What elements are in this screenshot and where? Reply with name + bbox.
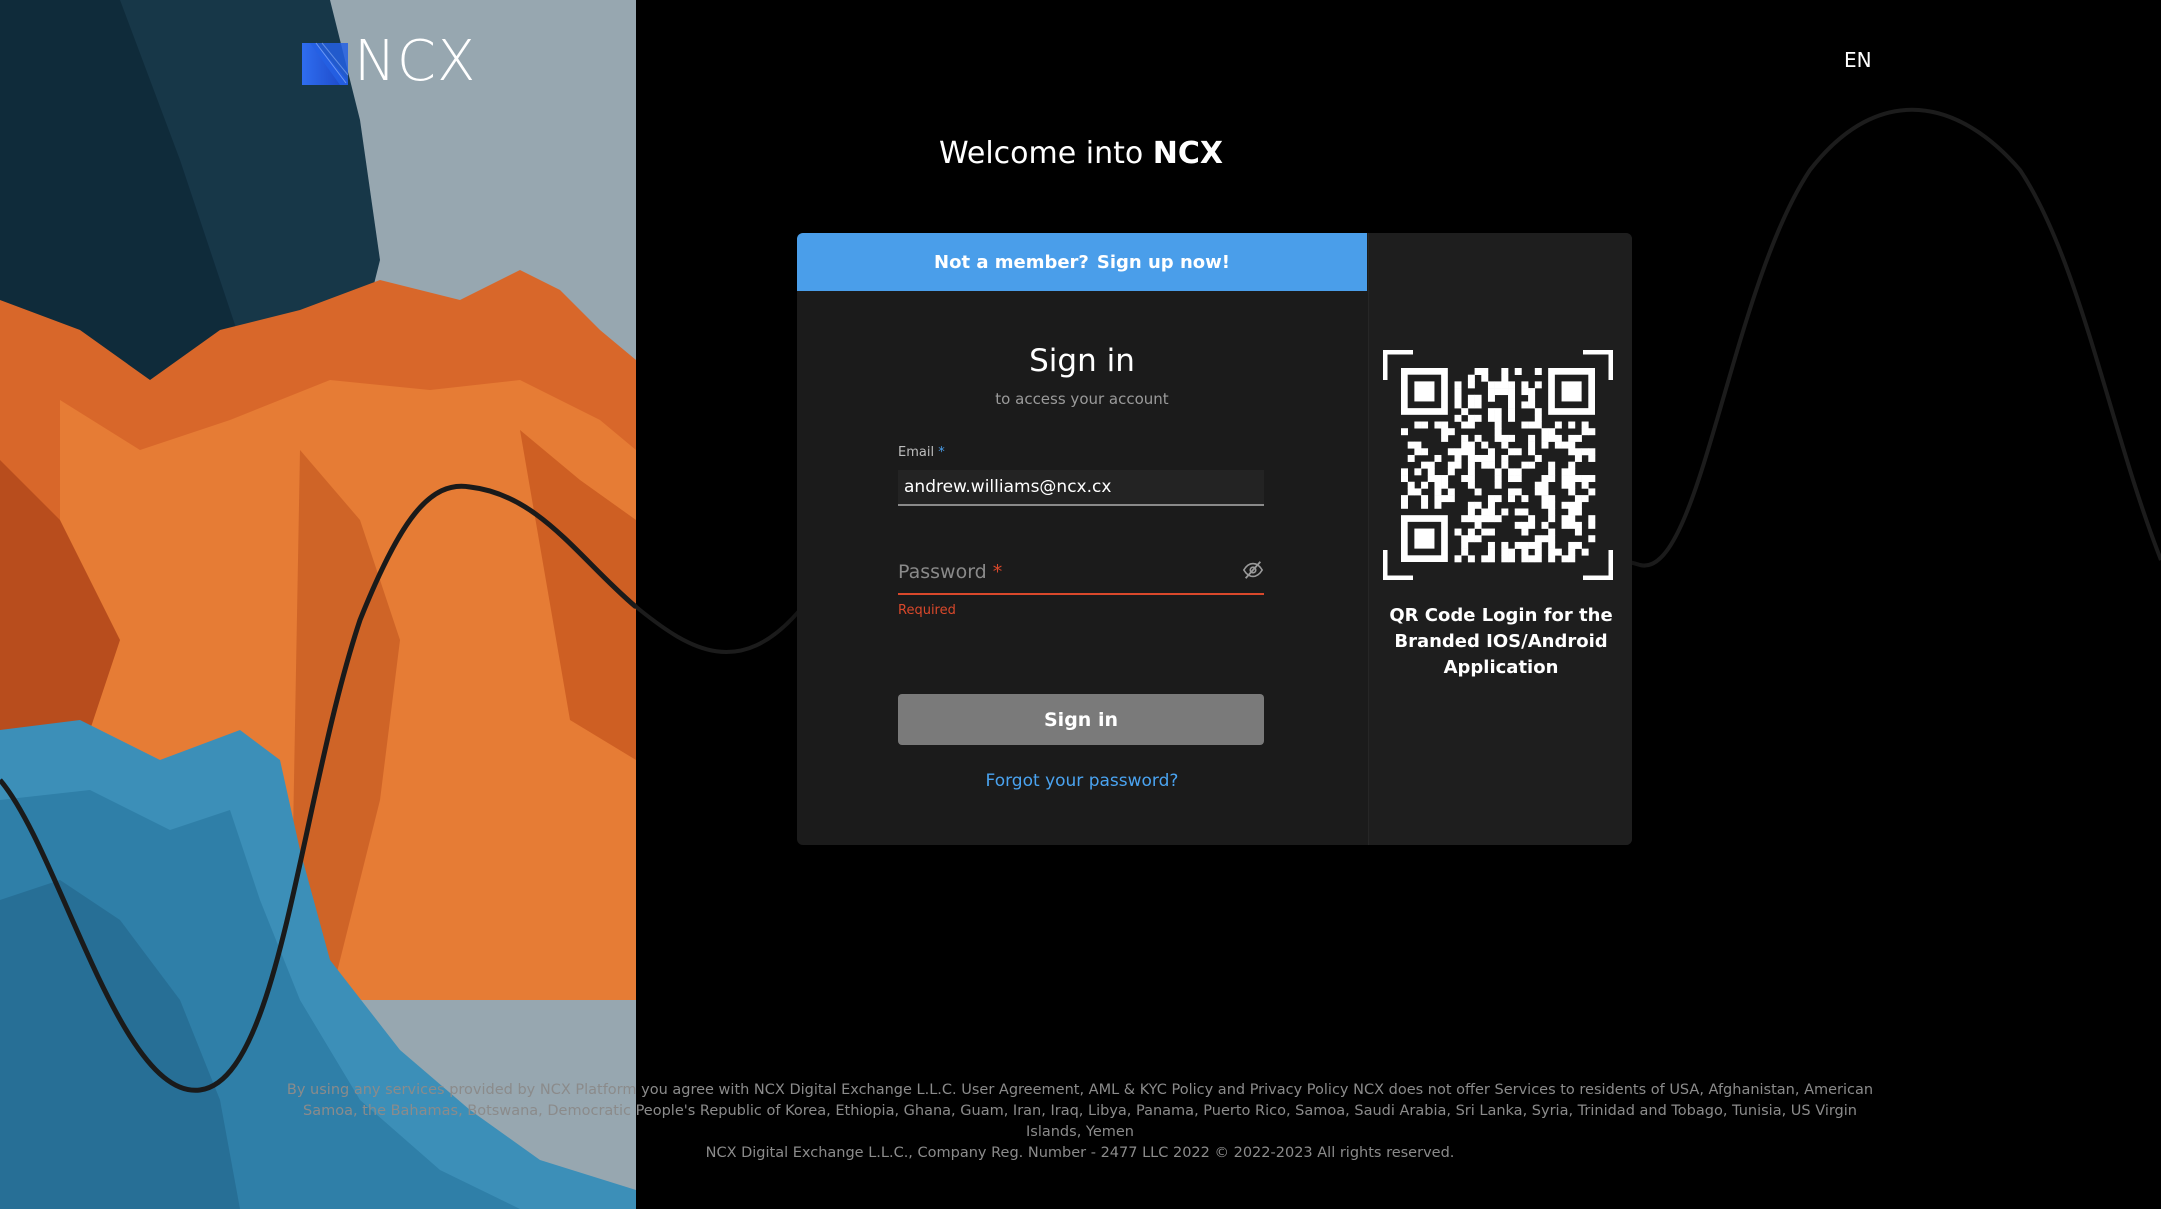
background-artwork	[0, 0, 636, 1209]
email-label: Email *	[898, 445, 945, 460]
password-placeholder-text: Password	[898, 561, 987, 583]
signin-subtitle: to access your account	[995, 390, 1169, 408]
signin-panel: Not a member? Sign up now! Sign in to ac…	[797, 233, 1367, 845]
password-required-marker: *	[992, 561, 1003, 583]
footer-copyright: NCX Digital Exchange L.L.C., Company Reg…	[705, 1145, 1455, 1161]
email-input[interactable]	[898, 470, 1264, 506]
qr-login-panel: QR Code Login for the Branded IOS/Androi…	[1368, 233, 1632, 845]
signin-title: Sign in	[1029, 343, 1135, 379]
eye-slash-icon[interactable]	[1242, 559, 1264, 581]
ncx-logo[interactable]: NCX	[302, 34, 476, 90]
abstract-wave-artwork	[0, 0, 636, 1209]
login-card: Not a member? Sign up now! Sign in to ac…	[797, 233, 1632, 845]
email-required-marker: *	[938, 445, 945, 460]
forgot-password-link[interactable]: Forgot your password?	[797, 771, 1367, 791]
qr-caption: QR Code Login for the Branded IOS/Androi…	[1389, 605, 1613, 678]
email-label-text: Email	[898, 445, 935, 460]
welcome-heading: Welcome into NCX	[797, 136, 1365, 171]
signin-button[interactable]: Sign in	[898, 694, 1264, 745]
password-placeholder: Password *	[898, 561, 1002, 583]
qr-code-pattern	[1400, 367, 1596, 563]
ncx-logo-mark-icon	[302, 42, 348, 85]
password-error: Required	[898, 603, 956, 618]
language-selector[interactable]: EN	[1844, 48, 1872, 72]
footer-disclaimer: By using any services provided by NCX Pl…	[286, 1082, 1874, 1140]
signup-question: Not a member?	[934, 251, 1089, 273]
password-field[interactable]: Password *	[898, 549, 1264, 595]
welcome-brand: NCX	[1152, 136, 1224, 171]
qr-code-icon[interactable]	[1383, 350, 1613, 580]
footer: By using any services provided by NCX Pl…	[280, 1080, 1880, 1164]
logo-wordmark: NCX	[354, 29, 477, 94]
signup-banner[interactable]: Not a member? Sign up now!	[797, 233, 1367, 291]
signup-link[interactable]: Sign up now!	[1097, 252, 1230, 273]
welcome-prefix: Welcome into	[938, 136, 1144, 171]
